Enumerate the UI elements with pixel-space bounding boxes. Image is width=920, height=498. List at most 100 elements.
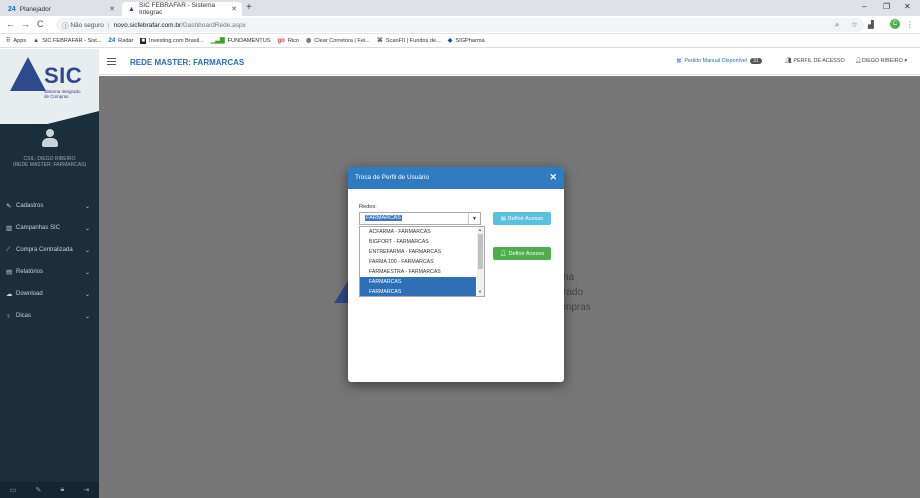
user-avatar-icon — [42, 129, 58, 149]
zoom-icon[interactable]: ⌕ — [835, 20, 839, 30]
reload-icon[interactable]: C — [37, 19, 44, 29]
apps-grid-icon: ⠿ — [6, 38, 11, 44]
scroll-down-icon[interactable]: ▼ — [478, 289, 482, 294]
bookmark-scanfii[interactable]: ⌘ ScanFII | Fundos de... — [376, 37, 441, 45]
bookmark-fundamentus[interactable]: ▁▃▇ FUNDAMENTUS — [210, 37, 271, 45]
sic-logo-icon — [10, 57, 46, 91]
dropdown-option[interactable]: BIGFORT - FARMARCAS — [360, 237, 476, 247]
bookmark-sigpharma[interactable]: ◆ SIGPharma — [447, 37, 485, 45]
definir-acesso-button-secondary[interactable]: 👤︎ Definir Acesso — [493, 247, 551, 260]
page-header: REDE MASTER: FARMARCAS 🛒︎ Pedido Manual … — [99, 49, 920, 75]
bookmark-rico[interactable]: go Rico — [278, 38, 300, 44]
line-chart-icon: ⟋ — [6, 246, 11, 253]
bookmark-radar[interactable]: 24 Radar — [108, 38, 133, 44]
dropdown-option[interactable]: ENTREFARMA - FARMARCAS — [360, 247, 476, 257]
lock-icon[interactable]: 🔒︎ — [61, 486, 65, 494]
redes-selected-value: FARMARCAS — [365, 215, 402, 221]
new-tab-icon[interactable]: + — [246, 2, 252, 13]
chevron-down-icon: ⌄ — [84, 247, 90, 254]
star-icon[interactable]: ☆ — [851, 20, 858, 29]
hamburger-icon[interactable] — [107, 58, 116, 65]
pedido-manual-link[interactable]: 🛒︎ Pedido Manual Disponível 31 — [676, 58, 762, 64]
chevron-down-icon: ⌄ — [84, 291, 90, 298]
restore-icon[interactable]: ❐ — [883, 2, 890, 11]
logout-icon[interactable]: ⇥ — [84, 486, 90, 494]
extension-icon[interactable]: ▟ — [868, 20, 874, 29]
bookmarks-bar: ⠿ Apps ▲ SIC FEBRAFAR - Sist... 24 Radar ■ I… — [0, 34, 920, 48]
tab-sic-febrafar[interactable]: ▲ SIC FEBRAFAR - Sistema Integrac ✕ — [122, 2, 242, 16]
background-logo-text: na rado mpras — [563, 272, 591, 313]
chevron-down-icon: ⌄ — [84, 225, 90, 232]
rico-favicon-icon: go — [277, 37, 285, 44]
tab-planejador[interactable]: 24 Planejador ✕ — [2, 2, 120, 16]
sidebar: SIC Sistema Integrado de Compras CSIL: D… — [0, 49, 99, 498]
bookmark-clear[interactable]: ◍ Clear Corretora | Fei... — [306, 37, 370, 45]
sigpharma-favicon-icon: ◆ — [447, 38, 453, 44]
tab-label: SIC FEBRAFAR - Sistema Integrac — [138, 2, 216, 16]
sidebar-item-download[interactable]: ☁ Download ⌄ — [0, 287, 99, 301]
logo-subtitle: Sistema Integrado de Compras — [44, 89, 81, 99]
tab-favicon-icon: 24 — [8, 5, 16, 13]
scroll-up-icon[interactable]: ▲ — [478, 227, 482, 232]
avatar[interactable]: C — [890, 19, 900, 29]
back-arrow-icon[interactable]: ← — [6, 19, 15, 29]
modal-title: Troca de Perfil de Usuário — [355, 174, 429, 181]
close-icon[interactable]: ✕ — [549, 172, 557, 183]
perfil-acesso-link[interactable]: 👥︎ PERFIL DE ACESSO — [785, 58, 845, 64]
bookmark-investing[interactable]: ■ Investing.com Brasil... — [140, 37, 204, 44]
display-icon[interactable]: ▭ — [10, 486, 17, 494]
troca-perfil-modal: Troca de Perfil de Usuário ✕ Redes: FARM… — [348, 167, 564, 382]
sidebar-item-cadastros[interactable]: ✎ Cadastros ⌄ — [0, 199, 99, 213]
bookmark-sic[interactable]: ▲ SIC FEBRAFAR - Sist... — [33, 38, 101, 44]
sidebar-item-compra-centralizada[interactable]: ⟋ Compra Centralizada ⌄ — [0, 243, 99, 257]
logo-text: SIC — [44, 63, 83, 88]
dropdown-option[interactable]: FARMARCAS — [360, 287, 476, 296]
scrollbar-thumb[interactable] — [478, 234, 483, 269]
sidebar-item-campanhas[interactable]: ▥ Campanhas SIC ⌄ — [0, 221, 99, 235]
browser-tab-strip: 24 Planejador ✕ ▲ SIC FEBRAFAR - Sistema… — [0, 0, 920, 16]
sidebar-footer: ▭ ✎ 🔒︎ ⇥ — [0, 482, 99, 498]
redes-select[interactable]: FARMARCAS ▼ — [359, 212, 481, 225]
dropdown-option[interactable]: ACFARMA - FARMARCAS — [360, 227, 476, 237]
user-name: CSIL: DIEGO RIBEIRO (REDE MASTER: FARMAR… — [12, 156, 87, 168]
minimize-icon[interactable]: – — [862, 2, 866, 11]
info-icon[interactable]: ⓘ — [62, 20, 69, 30]
tab-label: Planejador — [19, 5, 51, 13]
sic-favicon-icon: ▲ — [128, 5, 135, 13]
browser-toolbar: ← → C ⓘ Não seguro | novo.sicfebrafar.co… — [0, 16, 920, 34]
dropdown-option-selected[interactable]: FARMARCAS — [360, 277, 476, 287]
user-icon: 👤︎ — [499, 250, 509, 257]
bar-chart-icon: ▥ — [6, 225, 13, 232]
forward-arrow-icon[interactable]: → — [21, 19, 30, 29]
investing-favicon-icon: ■ — [140, 37, 147, 44]
dropdown-option[interactable]: FARMAESTRA - FARMARCAS — [360, 267, 476, 277]
bookmark-apps[interactable]: ⠿ Apps — [6, 37, 26, 45]
address-bar[interactable]: ⓘ Não seguro | novo.sicfebrafar.com.br/D… — [56, 18, 864, 32]
edit-icon[interactable]: ✎ — [35, 486, 41, 494]
address-separator: | — [107, 21, 110, 29]
user-menu[interactable]: 👤︎ DIEGO RIBEIRO ▾ — [855, 58, 907, 64]
file-icon: ▤ — [6, 269, 13, 276]
cart-icon: 🛒︎ — [676, 58, 685, 64]
sidebar-item-dicas[interactable]: ♀ Dicas ⌄ — [0, 309, 99, 323]
close-icon[interactable]: ✕ — [109, 5, 115, 13]
modal-header: Troca de Perfil de Usuário ✕ — [348, 167, 564, 189]
dropdown-option[interactable]: FARMA 100 - FARMARCAS — [360, 257, 476, 267]
pedido-count-badge: 31 — [749, 58, 762, 64]
file-icon: ▤ — [500, 215, 508, 222]
caret-down-icon[interactable]: ▼ — [468, 213, 480, 224]
kebab-menu-icon[interactable]: ⋮ — [906, 20, 914, 29]
window-close-icon[interactable]: ✕ — [904, 2, 911, 11]
sidebar-item-relatorios[interactable]: ▤ Relatórios ⌄ — [0, 265, 99, 279]
clear-favicon-icon: ◍ — [306, 38, 312, 44]
dropdown-scrollbar[interactable]: ▲ ▼ — [477, 227, 484, 296]
lightbulb-icon: ♀ — [6, 312, 11, 320]
bar-chart-favicon-icon: ▁▃▇ — [210, 38, 225, 44]
scanfii-favicon-icon: ⌘ — [376, 38, 383, 44]
sic-favicon-icon: ▲ — [33, 37, 40, 44]
url-text: novo.sicfebrafar.com.br/DashboardRede.as… — [113, 21, 246, 29]
chevron-down-icon: ⌄ — [84, 313, 90, 320]
users-icon: 👥︎ — [785, 58, 794, 64]
definir-acesso-button-primary[interactable]: ▤ Definir Acesso — [493, 212, 551, 225]
close-icon[interactable]: ✕ — [231, 5, 237, 13]
